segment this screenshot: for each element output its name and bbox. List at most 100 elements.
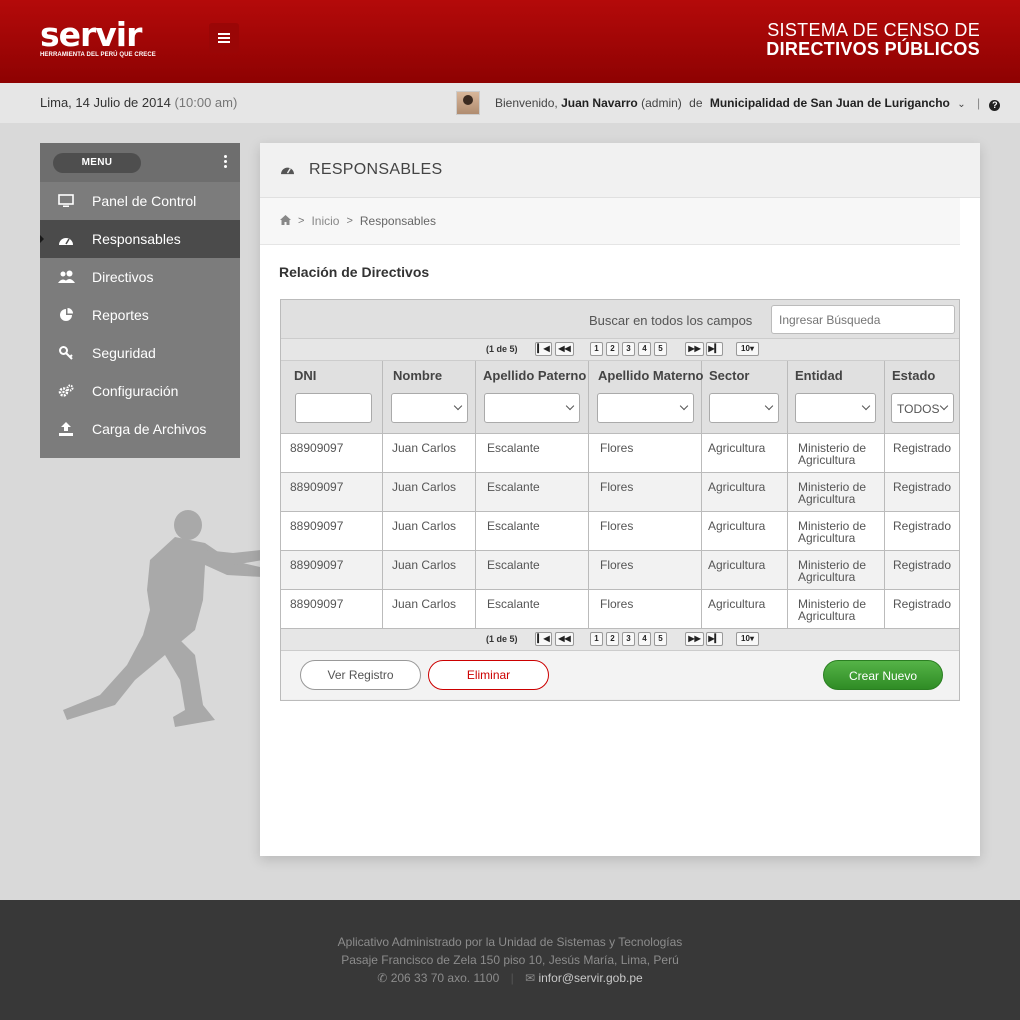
- sidebar: MENU Panel de Control Responsables Direc…: [40, 143, 240, 458]
- breadcrumb-inicio[interactable]: Inicio: [311, 214, 339, 228]
- page-1-button[interactable]: 1: [590, 632, 603, 646]
- first-page-icon[interactable]: ▎◀: [535, 342, 552, 356]
- hamburger-menu-icon[interactable]: [209, 23, 239, 53]
- upload-icon: [40, 422, 92, 436]
- breadcrumb: > Inicio > Responsables: [260, 198, 960, 245]
- page-3-button[interactable]: 3: [622, 342, 635, 356]
- sector-filter-select[interactable]: [709, 393, 779, 423]
- prev-page-icon[interactable]: ◀◀: [555, 632, 574, 646]
- page-count: (1 de 5): [486, 344, 518, 354]
- apellido-materno-filter-select[interactable]: [597, 393, 694, 423]
- crear-nuevo-button[interactable]: Crear Nuevo: [823, 660, 943, 690]
- breadcrumb-separator: >: [298, 215, 305, 227]
- sidebar-item-responsables[interactable]: Responsables: [40, 220, 240, 258]
- last-page-icon[interactable]: ▶▎: [706, 342, 723, 356]
- first-page-icon[interactable]: ▎◀: [535, 632, 552, 646]
- page-4-button[interactable]: 4: [638, 632, 651, 646]
- help-icon[interactable]: ?: [989, 100, 1001, 111]
- top-header: servir HERRAMIENTA DEL PERÚ QUE CRECE SI…: [0, 0, 1020, 83]
- welcome-message: Bienvenido, Juan Navarro (admin) de Muni…: [495, 96, 1001, 111]
- section-title: Relación de Directivos: [279, 264, 430, 280]
- cell-apellido-paterno: Escalante: [476, 551, 589, 589]
- page-2-button[interactable]: 2: [606, 632, 619, 646]
- key-icon: [40, 346, 92, 360]
- cell-nombre: Juan Carlos: [383, 590, 476, 628]
- cell-estado: Registrado: [893, 597, 952, 611]
- page-5-button[interactable]: 5: [654, 632, 667, 646]
- servir-logo[interactable]: servir HERRAMIENTA DEL PERÚ QUE CRECE: [40, 18, 156, 59]
- sidebar-item-directivos[interactable]: Directivos: [40, 258, 240, 296]
- home-icon[interactable]: [280, 214, 291, 228]
- sidebar-item-panel-de-control[interactable]: Panel de Control: [40, 182, 240, 220]
- cell-apellido-paterno: Escalante: [476, 434, 589, 472]
- users-icon: [40, 270, 92, 284]
- table-header: DNI Nombre Apellido Paterno Apellido Mat…: [281, 361, 959, 434]
- cell-sector: Agricultura: [702, 512, 788, 550]
- time-text: (10:00 am): [174, 95, 238, 110]
- sidebar-item-label: Panel de Control: [92, 193, 197, 209]
- cell-nombre: Juan Carlos: [383, 512, 476, 550]
- ver-registro-button[interactable]: Ver Registro: [300, 660, 421, 690]
- estado-filter-value: TODOS: [897, 402, 940, 416]
- cell-estado: Registrado: [893, 519, 952, 533]
- search-input[interactable]: [771, 305, 955, 334]
- page-5-button[interactable]: 5: [654, 342, 667, 356]
- table-row[interactable]: 88909097 Juan Carlos Escalante Flores Ag…: [281, 590, 959, 629]
- page-size-select[interactable]: 10▾: [736, 342, 759, 356]
- cell-sector: Agricultura: [702, 590, 788, 628]
- apellido-paterno-filter-select[interactable]: [484, 393, 580, 423]
- table-row[interactable]: 88909097 Juan Carlos Escalante Flores Ag…: [281, 512, 959, 551]
- cell-nombre: Juan Carlos: [383, 434, 476, 472]
- page-4-button[interactable]: 4: [638, 342, 651, 356]
- page-1-button[interactable]: 1: [590, 342, 603, 356]
- page-2-button[interactable]: 2: [606, 342, 619, 356]
- table-row[interactable]: 88909097 Juan Carlos Escalante Flores Ag…: [281, 434, 959, 473]
- column-label: Entidad: [795, 368, 843, 383]
- paginator-top: (1 de 5) ▎◀ ◀◀ 1 2 3 4 5 ▶▶ ▶▎ 10▾: [281, 339, 959, 361]
- next-page-icon[interactable]: ▶▶: [685, 342, 704, 356]
- last-page-icon[interactable]: ▶▎: [706, 632, 723, 646]
- column-estado: Estado TODOS: [885, 361, 959, 434]
- user-role: (admin): [641, 96, 682, 110]
- page-3-button[interactable]: 3: [622, 632, 635, 646]
- footer-email-link[interactable]: infor@servir.gob.pe: [538, 971, 642, 985]
- next-page-icon[interactable]: ▶▶: [685, 632, 704, 646]
- footer-phone: 206 33 70 axo. 1100: [390, 971, 500, 985]
- nombre-filter-select[interactable]: [391, 393, 468, 423]
- cell-dni: 88909097: [281, 590, 383, 628]
- sidebar-item-seguridad[interactable]: Seguridad: [40, 334, 240, 372]
- cell-dni: 88909097: [281, 434, 383, 472]
- main-panel: RESPONSABLES > Inicio > Responsables Rel…: [260, 143, 980, 856]
- sidebar-item-configuracion[interactable]: Configuración: [40, 372, 240, 410]
- chevron-down-icon: [565, 401, 575, 411]
- cell-apellido-paterno: Escalante: [476, 512, 589, 550]
- breadcrumb-separator: >: [346, 215, 353, 227]
- chevron-down-icon: [939, 401, 949, 411]
- chevron-down-icon[interactable]: ⌄: [957, 99, 965, 110]
- column-label: Sector: [709, 368, 750, 383]
- welcome-prefix: Bienvenido,: [495, 96, 558, 110]
- column-sector: Sector: [702, 361, 788, 434]
- cell-apellido-materno: Flores: [589, 590, 702, 628]
- prev-page-icon[interactable]: ◀◀: [555, 342, 574, 356]
- column-label: Nombre: [393, 368, 443, 383]
- page-size-select[interactable]: 10▾: [736, 632, 759, 646]
- dni-filter-input[interactable]: [295, 393, 372, 423]
- cell-entidad-line2: Agricultura: [798, 492, 856, 506]
- entidad-filter-select[interactable]: [795, 393, 876, 423]
- info-bar: Lima, 14 Julio de 2014 (10:00 am) Bienve…: [0, 83, 1020, 123]
- avatar[interactable]: [456, 91, 480, 115]
- eliminar-button[interactable]: Eliminar: [428, 660, 549, 690]
- estado-filter-select[interactable]: TODOS: [891, 393, 954, 423]
- table-row[interactable]: 88909097 Juan Carlos Escalante Flores Ag…: [281, 473, 959, 512]
- more-options-icon[interactable]: [224, 155, 228, 168]
- sidebar-item-carga-de-archivos[interactable]: Carga de Archivos: [40, 410, 240, 448]
- cell-nombre: Juan Carlos: [383, 551, 476, 589]
- organization-select[interactable]: Municipalidad de San Juan de Lurigancho: [710, 96, 950, 110]
- table-row[interactable]: 88909097 Juan Carlos Escalante Flores Ag…: [281, 551, 959, 590]
- cell-dni: 88909097: [281, 551, 383, 589]
- sidebar-item-reportes[interactable]: Reportes: [40, 296, 240, 334]
- paginator-bottom: (1 de 5) ▎◀ ◀◀ 1 2 3 4 5 ▶▶ ▶▎ 10▾: [281, 629, 959, 651]
- page-size-value: 10: [741, 634, 750, 643]
- user-name: Juan Navarro: [561, 96, 638, 110]
